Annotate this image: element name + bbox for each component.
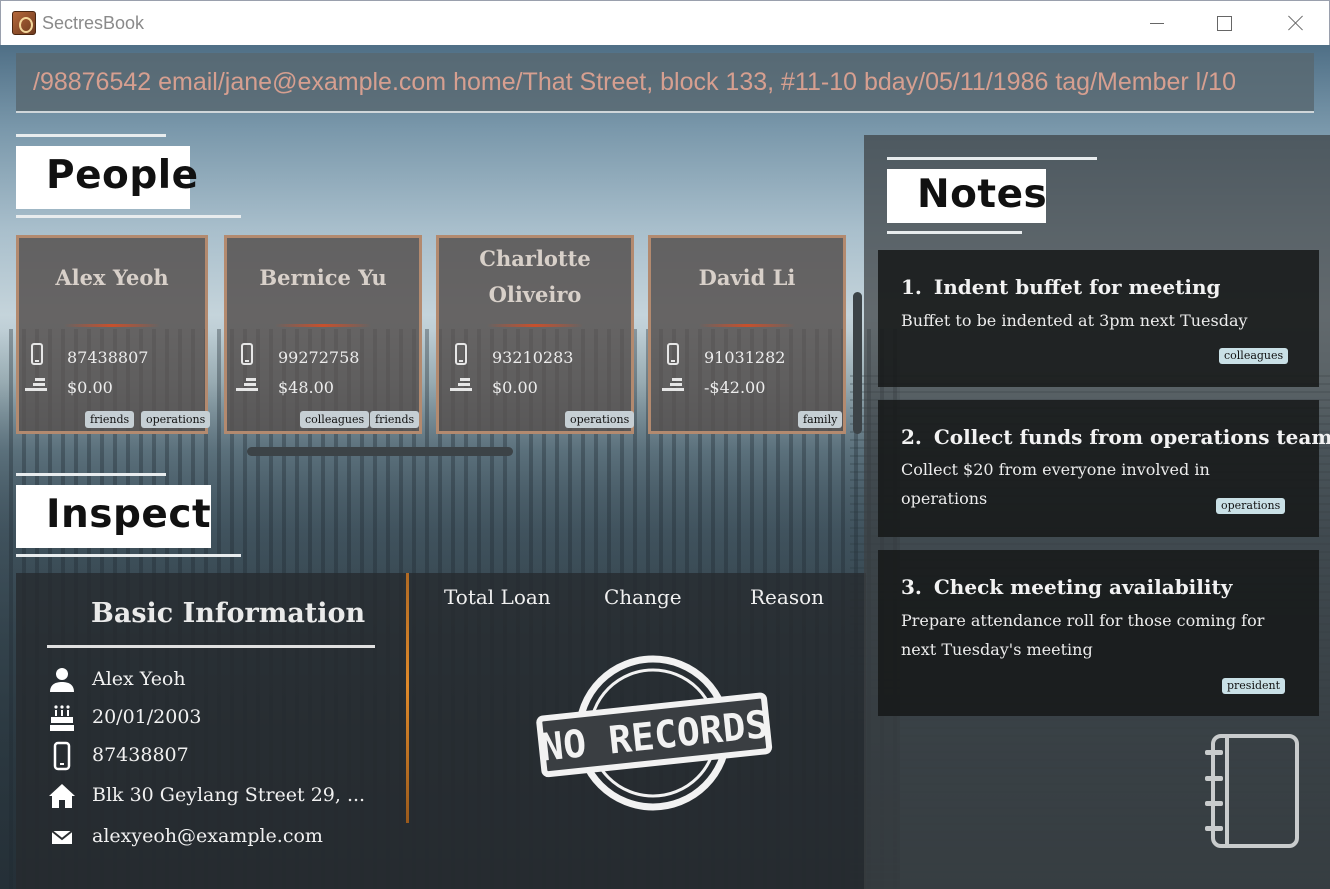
people-vertical-scrollbar[interactable] bbox=[853, 292, 862, 434]
note-body: Prepare attendance roll for those coming… bbox=[901, 611, 1265, 659]
note-body: Buffet to be indented at 3pm next Tuesda… bbox=[901, 311, 1248, 330]
people-title: People bbox=[46, 153, 199, 198]
command-box[interactable]: /98876542 email/jane@example.com home/Th… bbox=[16, 53, 1314, 113]
note-number: 3. bbox=[901, 575, 922, 599]
note-title: 3. Check meeting availability bbox=[901, 575, 1232, 599]
note-card[interactable]: 2. Collect funds from operations team Col… bbox=[878, 400, 1330, 537]
tag-badge: operations bbox=[141, 411, 211, 428]
person-card[interactable]: Bernice Yu 99272758 $48.00 colleagues fr… bbox=[224, 235, 422, 434]
column-change[interactable]: Change bbox=[604, 585, 682, 609]
notes-header-bottom-line bbox=[887, 231, 1022, 234]
tag-badge: family bbox=[798, 411, 843, 428]
mail-icon bbox=[51, 830, 73, 844]
notes-title: Notes bbox=[917, 172, 1048, 217]
person-card[interactable]: Charlotte Oliveiro 93210283 $0.00 operat… bbox=[436, 235, 635, 434]
note-card[interactable]: 1. Indent buffet for meeting Buffet to be… bbox=[878, 250, 1319, 387]
card-divider bbox=[275, 324, 371, 327]
inspect-header: Inspect bbox=[16, 485, 211, 548]
person-card[interactable]: Alex Yeoh 87438807 $0.00 friends operati… bbox=[16, 235, 211, 434]
tag-badge: friends bbox=[85, 411, 135, 428]
app-logo-icon bbox=[12, 11, 36, 35]
no-records-stamp: NO RECORDS bbox=[536, 655, 773, 811]
hand-money-icon bbox=[236, 378, 258, 402]
birthday-cake-icon bbox=[50, 705, 74, 731]
command-input[interactable]: /98876542 email/jane@example.com home/Th… bbox=[33, 68, 1303, 97]
phone-icon bbox=[31, 343, 53, 367]
person-phone: 87438807 bbox=[67, 348, 149, 367]
note-card[interactable]: 3. Check meeting availability Prepare att… bbox=[878, 550, 1319, 716]
person-phone: 93210283 bbox=[492, 348, 574, 367]
hand-money-icon bbox=[25, 378, 47, 402]
inspect-email: alexyeoh@example.com bbox=[92, 825, 323, 847]
phone-icon bbox=[667, 343, 689, 367]
notes-header-top-line bbox=[887, 157, 1097, 160]
inspect-phone: 87438807 bbox=[92, 744, 189, 766]
note-title-text: Indent buffet for meeting bbox=[933, 275, 1221, 299]
card-divider bbox=[487, 324, 583, 327]
main-window: /98876542 email/jane@example.com home/Th… bbox=[0, 45, 1330, 889]
people-header: People bbox=[16, 146, 198, 209]
note-number: 2. bbox=[901, 425, 922, 449]
note-title-text: Collect funds from operations team bbox=[933, 425, 1330, 449]
people-horizontal-scrollbar[interactable] bbox=[247, 447, 513, 456]
inspect-header-top-line bbox=[16, 473, 166, 476]
inspect-header-bottom-line bbox=[16, 554, 241, 557]
phone-icon bbox=[455, 343, 477, 367]
person-icon bbox=[50, 668, 74, 692]
person-loan: $48.00 bbox=[278, 378, 334, 397]
hand-money-icon bbox=[450, 378, 472, 402]
column-total-loan[interactable]: Total Loan bbox=[444, 585, 551, 609]
person-card[interactable]: David Li 91031282 -$42.00 family bbox=[648, 235, 846, 434]
home-icon bbox=[49, 784, 75, 808]
person-loan: $0.00 bbox=[67, 378, 113, 397]
hand-money-icon bbox=[662, 378, 684, 402]
notes-header: Notes bbox=[887, 169, 1048, 223]
person-name: Alex Yeoh bbox=[55, 265, 169, 290]
basic-information-heading: Basic Information bbox=[91, 598, 366, 629]
inspect-name: Alex Yeoh bbox=[92, 668, 186, 690]
person-phone: 99272758 bbox=[278, 348, 360, 367]
person-name: Charlotte bbox=[479, 246, 591, 271]
minimize-button[interactable] bbox=[1134, 1, 1180, 45]
note-title-text: Check meeting availability bbox=[933, 575, 1233, 599]
tag-badge: operations bbox=[1216, 498, 1286, 514]
card-divider bbox=[699, 324, 795, 327]
inspect-title: Inspect bbox=[46, 492, 212, 537]
person-name: Bernice Yu bbox=[259, 265, 387, 290]
basic-information-underline bbox=[47, 645, 375, 648]
phone-icon bbox=[241, 343, 263, 367]
inspect-birthday: 20/01/2003 bbox=[92, 706, 202, 728]
tag-badge: friends bbox=[370, 411, 420, 428]
person-loan: $0.00 bbox=[492, 378, 538, 397]
phone-icon bbox=[53, 741, 71, 771]
tag-badge: operations bbox=[565, 411, 635, 428]
person-loan: -$42.00 bbox=[704, 378, 766, 397]
people-header-bottom-line bbox=[16, 215, 241, 218]
tag-badge: president bbox=[1222, 678, 1286, 694]
inspect-divider bbox=[406, 573, 409, 823]
people-header-top-line bbox=[16, 134, 166, 137]
person-name: David Li bbox=[698, 265, 796, 290]
note-number: 1. bbox=[901, 275, 922, 299]
tag-badge: colleagues bbox=[1219, 348, 1289, 364]
person-phone: 91031282 bbox=[704, 348, 786, 367]
note-title: 1. Indent buffet for meeting bbox=[901, 275, 1221, 299]
close-button[interactable] bbox=[1273, 1, 1319, 45]
card-divider bbox=[64, 324, 160, 327]
tag-badge: colleagues bbox=[300, 411, 370, 428]
column-reason[interactable]: Reason bbox=[750, 585, 824, 609]
maximize-button[interactable] bbox=[1200, 1, 1246, 45]
window-title: SectresBook bbox=[42, 13, 145, 33]
person-name-line2: Oliveiro bbox=[488, 282, 582, 307]
title-bar: SectresBook bbox=[0, 0, 1330, 45]
note-title: 2. Collect funds from operations team bbox=[901, 425, 1330, 449]
notebook-icon bbox=[1205, 734, 1299, 848]
inspect-address: Blk 30 Geylang Street 29, ... bbox=[92, 784, 366, 806]
